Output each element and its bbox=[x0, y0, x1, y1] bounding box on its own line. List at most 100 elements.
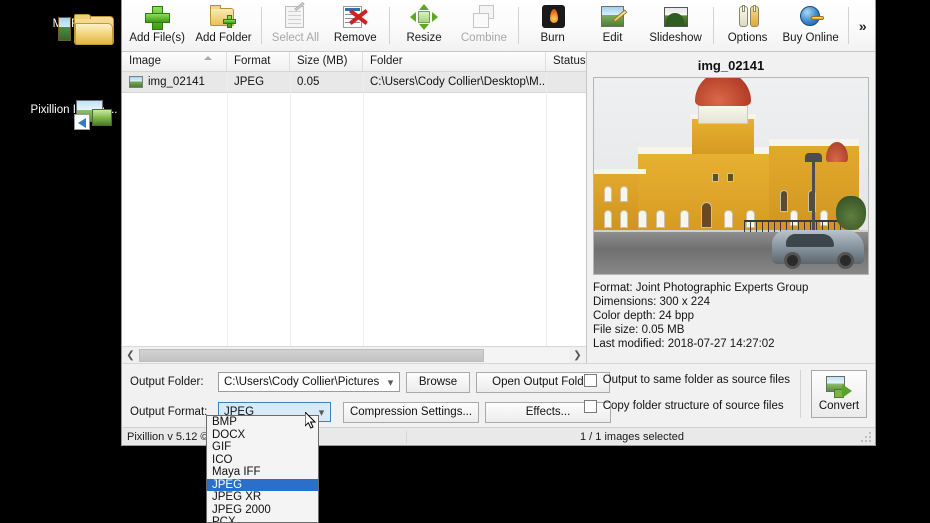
output-format-dropdown-list[interactable]: BMP DOCX GIF ICO Maya IFF JPEG JPEG XR J… bbox=[206, 415, 319, 523]
preview-meta-filesize: File size: 0.05 MB bbox=[593, 324, 685, 336]
combine-button[interactable]: Combine bbox=[454, 0, 514, 51]
pixillion-window: Add File(s) Add Folder Select All Remove… bbox=[121, 0, 876, 446]
slideshow-button[interactable]: Slideshow bbox=[642, 0, 708, 51]
resize-grip-icon[interactable] bbox=[861, 432, 873, 444]
column-header-label: Size (MB) bbox=[297, 55, 348, 67]
add-files-button[interactable]: Add File(s) bbox=[124, 0, 190, 51]
folder-plus-icon bbox=[209, 4, 237, 30]
browse-button[interactable]: Browse bbox=[406, 371, 470, 393]
edit-button[interactable]: Edit bbox=[583, 0, 643, 51]
plus-icon bbox=[143, 4, 171, 30]
burn-flame-icon bbox=[539, 4, 567, 30]
preview-pane: img_02141 Format: Joint Photographic Exp… bbox=[587, 52, 875, 363]
column-header-label: Format bbox=[234, 55, 271, 67]
add-folder-label: Add Folder bbox=[195, 32, 252, 44]
select-all-button[interactable]: Select All bbox=[266, 0, 326, 51]
edit-label: Edit bbox=[602, 32, 623, 44]
toolbar-overflow-chevron-icon[interactable]: » bbox=[853, 0, 873, 51]
burn-button[interactable]: Burn bbox=[523, 0, 583, 51]
column-header-size[interactable]: Size (MB) bbox=[290, 52, 363, 71]
cell-image-name: img_02141 bbox=[148, 76, 205, 88]
convert-label: Convert bbox=[818, 400, 860, 412]
toolbar: Add File(s) Add Folder Select All Remove… bbox=[122, 0, 875, 52]
output-folder-value: C:\Users\Cody Collier\Pictures bbox=[224, 376, 380, 388]
select-all-label: Select All bbox=[271, 32, 320, 44]
dropdown-option-ico[interactable]: ICO bbox=[207, 454, 318, 467]
output-folder-combo[interactable]: C:\Users\Cody Collier\Pictures ▾ bbox=[218, 372, 400, 392]
column-header-label: Folder bbox=[370, 55, 403, 67]
slideshow-icon bbox=[662, 4, 690, 30]
cell-image: img_02141 bbox=[122, 72, 227, 92]
combine-docs-icon bbox=[470, 4, 498, 30]
right-controls: Output to same folder as source files Co… bbox=[583, 370, 867, 418]
scrollbar-thumb[interactable] bbox=[139, 348, 484, 362]
convert-button[interactable]: Convert bbox=[811, 370, 867, 418]
checkbox-copy-structure[interactable] bbox=[583, 399, 597, 413]
file-list-header: Image Format Size (MB) Folder Status bbox=[122, 52, 586, 72]
dropdown-option-jpeg-xr[interactable]: JPEG XR bbox=[207, 491, 318, 504]
add-files-label: Add File(s) bbox=[129, 32, 185, 44]
preview-image bbox=[593, 77, 869, 275]
table-row[interactable]: img_02141 JPEG 0.05 C:\Users\Cody Collie… bbox=[122, 72, 586, 93]
remove-button[interactable]: Remove bbox=[325, 0, 385, 51]
scroll-left-arrow-icon[interactable]: ❮ bbox=[122, 347, 139, 364]
sort-ascending-icon bbox=[204, 56, 212, 60]
preview-meta-dimensions: Dimensions: 300 x 224 bbox=[593, 296, 710, 308]
slideshow-label: Slideshow bbox=[649, 32, 702, 44]
preview-title: img_02141 bbox=[697, 58, 765, 73]
remove-label: Remove bbox=[333, 32, 377, 44]
column-header-format[interactable]: Format bbox=[227, 52, 290, 71]
cell-format: JPEG bbox=[234, 76, 265, 88]
preview-meta-format: Format: Joint Photographic Experts Group bbox=[593, 282, 809, 294]
file-list-body[interactable]: img_02141 JPEG 0.05 C:\Users\Cody Collie… bbox=[122, 72, 586, 346]
checkbox-row-copy-structure[interactable]: Copy folder structure of source files bbox=[583, 396, 790, 416]
dropdown-option-maya-iff[interactable]: Maya IFF bbox=[207, 466, 318, 479]
cell-folder: C:\Users\Cody Collier\Desktop\M... bbox=[370, 76, 546, 88]
column-header-label: Status bbox=[553, 55, 586, 67]
file-list-pane: Image Format Size (MB) Folder Status img… bbox=[122, 52, 587, 363]
options-tools-icon bbox=[734, 4, 762, 30]
main-area: Image Format Size (MB) Folder Status img… bbox=[122, 52, 875, 363]
scrollbar-track[interactable] bbox=[139, 347, 569, 363]
buy-online-globe-icon bbox=[797, 4, 825, 30]
output-checkboxes: Output to same folder as source files Co… bbox=[583, 370, 790, 416]
checkbox-copy-structure-label: Copy folder structure of source files bbox=[602, 400, 784, 412]
cell-size: 0.05 bbox=[297, 76, 320, 88]
toolbar-separator bbox=[847, 7, 849, 44]
preview-meta-colordepth: Color depth: 24 bpp bbox=[593, 310, 695, 322]
checkbox-same-folder-label: Output to same folder as source files bbox=[602, 374, 790, 386]
toolbar-separator bbox=[712, 7, 714, 44]
column-header-image[interactable]: Image bbox=[122, 52, 227, 71]
column-header-folder[interactable]: Folder bbox=[363, 52, 546, 71]
output-folder-label: Output Folder: bbox=[130, 376, 204, 388]
thumbnail-icon bbox=[129, 76, 143, 88]
toolbar-separator bbox=[260, 7, 262, 44]
scroll-right-arrow-icon[interactable]: ❯ bbox=[569, 347, 586, 364]
add-folder-button[interactable]: Add Folder bbox=[190, 0, 256, 51]
options-button[interactable]: Options bbox=[718, 0, 778, 51]
chevron-down-icon[interactable]: ▾ bbox=[382, 373, 399, 391]
column-header-status[interactable]: Status bbox=[546, 52, 586, 71]
dropdown-option-gif[interactable]: GIF bbox=[207, 441, 318, 454]
dropdown-option-docx[interactable]: DOCX bbox=[207, 429, 318, 442]
compression-settings-button[interactable]: Compression Settings... bbox=[343, 401, 479, 423]
file-list-horizontal-scrollbar[interactable]: ❮ ❯ bbox=[122, 346, 586, 363]
dropdown-option-jpeg[interactable]: JPEG bbox=[207, 478, 318, 491]
desktop-icon-pixillion[interactable]: Pixillion Image ... bbox=[28, 100, 120, 130]
edit-pencil-icon bbox=[599, 4, 627, 30]
dropdown-option-bmp[interactable]: BMP bbox=[207, 416, 318, 429]
cell-status bbox=[546, 72, 586, 92]
dropdown-option-jpeg-2000[interactable]: JPEG 2000 bbox=[207, 504, 318, 517]
desktop: My Files Pixillion Image ... Add File(s)… bbox=[0, 0, 930, 523]
checkbox-row-same-folder[interactable]: Output to same folder as source files bbox=[583, 370, 790, 390]
column-header-label: Image bbox=[129, 55, 161, 67]
options-label: Options bbox=[727, 32, 768, 44]
desktop-icon-my-files[interactable]: My Files bbox=[28, 14, 120, 45]
dropdown-option-pcx[interactable]: PCX bbox=[207, 516, 318, 522]
convert-icon bbox=[826, 376, 852, 398]
buy-online-button[interactable]: Buy Online bbox=[777, 0, 843, 51]
output-format-label: Output Format: bbox=[130, 406, 208, 418]
resize-button[interactable]: Resize bbox=[394, 0, 454, 51]
checkbox-same-folder[interactable] bbox=[583, 373, 597, 387]
status-selection-count: 1 / 1 images selected bbox=[580, 430, 684, 443]
